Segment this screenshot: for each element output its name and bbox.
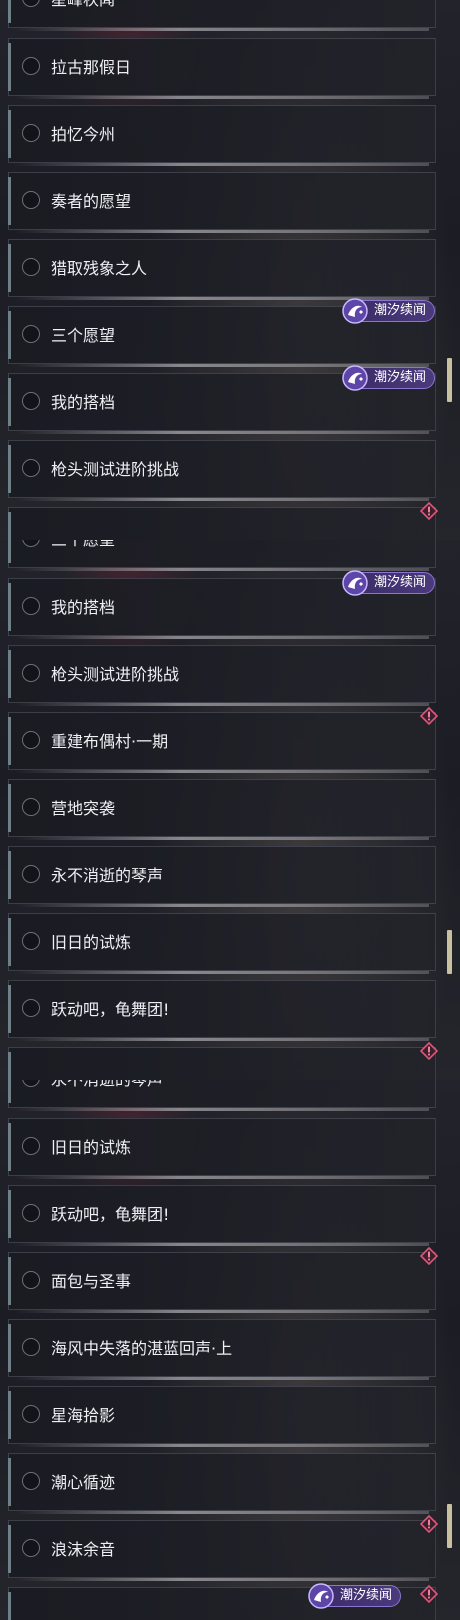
tide-badge-label: 潮汐续闻 bbox=[374, 370, 427, 385]
scrollbar-thumb[interactable] bbox=[447, 1504, 452, 1548]
quest-radio[interactable] bbox=[22, 57, 40, 75]
tide-badge-label: 潮汐续闻 bbox=[374, 303, 427, 318]
quest-radio[interactable] bbox=[22, 1472, 40, 1490]
quest-title: 三个愿望 bbox=[51, 326, 116, 345]
quest-title: 三个愿望 bbox=[51, 540, 115, 569]
quest-item[interactable]: 跃动吧，龟舞团! bbox=[8, 1185, 436, 1246]
quest-radio[interactable] bbox=[22, 392, 40, 410]
quest-radio[interactable] bbox=[22, 865, 40, 883]
quest-title: 我的搭档 bbox=[51, 598, 116, 617]
quest-item[interactable]: 旧日的试炼 bbox=[8, 1118, 436, 1179]
quest-radio[interactable] bbox=[22, 1539, 40, 1557]
warning-diamond-icon bbox=[420, 1585, 438, 1603]
tide-emblem-icon bbox=[342, 298, 368, 324]
quest-item[interactable]: 海风中失落的湛蓝回声·上 bbox=[8, 1319, 436, 1380]
warning-diamond-icon bbox=[420, 707, 438, 725]
quest-title: 跃动吧，龟舞团! bbox=[51, 1000, 170, 1019]
quest-radio[interactable] bbox=[22, 1405, 40, 1423]
quest-item[interactable]: 奏者的愿望 bbox=[8, 172, 436, 233]
quest-radio[interactable] bbox=[22, 124, 40, 142]
quest-title: 星峰秩闻 bbox=[51, 0, 115, 29]
tide-emblem-icon bbox=[308, 1583, 334, 1609]
quest-title: 枪头测试进阶挑战 bbox=[51, 665, 180, 684]
quest-item[interactable]: 拉古那假日 bbox=[8, 38, 436, 99]
tide-emblem-icon bbox=[342, 570, 368, 596]
quest-title: 枪头测试进阶挑战 bbox=[51, 460, 180, 479]
quest-title: 海风中失落的湛蓝回声·上 bbox=[51, 1339, 233, 1358]
warning-diamond-icon bbox=[420, 1247, 438, 1265]
quest-radio[interactable] bbox=[22, 999, 40, 1017]
quest-radio[interactable] bbox=[22, 798, 40, 816]
quest-radio[interactable] bbox=[22, 258, 40, 276]
quest-title: 拉古那假日 bbox=[51, 58, 132, 77]
quest-radio[interactable] bbox=[22, 664, 40, 682]
quest-item[interactable]: 拍忆今州 bbox=[8, 105, 436, 166]
tide-badge: 潮汐续闻 bbox=[342, 570, 436, 596]
tide-badge: 潮汐续闻 bbox=[342, 365, 436, 391]
quest-item[interactable] bbox=[8, 507, 436, 540]
warning-diamond-icon bbox=[420, 1042, 438, 1060]
quest-item[interactable]: 营地突袭 bbox=[8, 779, 436, 840]
quest-radio[interactable] bbox=[22, 932, 40, 950]
tide-badge: 潮汐续闻 bbox=[308, 1583, 402, 1609]
quest-item[interactable] bbox=[8, 1047, 436, 1080]
quest-item[interactable]: 三个愿望 bbox=[8, 540, 436, 571]
quest-list-panel-1: 星峰秩闻 拉古那假日 拍忆今州 奏者的愿望 猎取残象之人 三个愿望 我的搭档 枪… bbox=[0, 0, 460, 540]
quest-title: 拍忆今州 bbox=[51, 125, 116, 144]
quest-radio[interactable] bbox=[22, 1204, 40, 1222]
quest-title: 星海拾影 bbox=[51, 1406, 116, 1425]
quest-title: 浪沫余音 bbox=[51, 1540, 116, 1559]
scrollbar-thumb[interactable] bbox=[447, 358, 452, 402]
quest-radio[interactable] bbox=[22, 731, 40, 749]
quest-item[interactable]: 面包与圣事 bbox=[8, 1252, 436, 1313]
warning-diamond-icon bbox=[420, 1515, 438, 1533]
quest-radio[interactable] bbox=[22, 325, 40, 343]
quest-title: 永不消逝的琴声 bbox=[51, 866, 164, 885]
quest-radio[interactable] bbox=[22, 1137, 40, 1155]
quest-item[interactable]: 永不消逝的琴声 bbox=[8, 1080, 436, 1111]
tide-badge-label: 潮汐续闻 bbox=[374, 575, 427, 590]
quest-radio[interactable] bbox=[22, 0, 40, 7]
warning-diamond-icon bbox=[420, 502, 438, 520]
quest-radio[interactable] bbox=[22, 459, 40, 477]
quest-title: 潮心循迹 bbox=[51, 1473, 116, 1492]
quest-radio[interactable] bbox=[22, 1271, 40, 1289]
quest-title: 奏者的愿望 bbox=[51, 192, 132, 211]
quest-title: 营地突袭 bbox=[51, 799, 116, 818]
quest-title: 我的搭档 bbox=[51, 393, 116, 412]
quest-item[interactable]: 枪头测试进阶挑战 bbox=[8, 645, 436, 706]
tide-badge-label: 潮汐续闻 bbox=[340, 1588, 393, 1603]
quest-item[interactable]: 旧日的试炼 bbox=[8, 913, 436, 974]
quest-item[interactable]: 重建布偶村·一期 bbox=[8, 712, 436, 773]
quest-radio[interactable] bbox=[22, 1338, 40, 1356]
quest-title: 面包与圣事 bbox=[51, 1272, 132, 1291]
quest-title: 重建布偶村·一期 bbox=[51, 732, 169, 751]
quest-radio[interactable] bbox=[22, 1080, 40, 1087]
quest-item[interactable]: 跃动吧，龟舞团! bbox=[8, 980, 436, 1041]
quest-item[interactable]: 猎取残象之人 bbox=[8, 239, 436, 300]
tide-emblem-icon bbox=[342, 365, 368, 391]
quest-item[interactable]: 潮心循迹 bbox=[8, 1453, 436, 1514]
quest-title: 跃动吧，龟舞团! bbox=[51, 1205, 170, 1224]
quest-item[interactable]: 枪头测试进阶挑战 bbox=[8, 440, 436, 501]
quest-list-panel-2: 三个愿望 我的搭档 枪头测试进阶挑战 重建布偶村·一期 营地突袭 永不消逝的琴声… bbox=[0, 540, 460, 1080]
quest-title: 永不消逝的琴声 bbox=[51, 1080, 163, 1109]
quest-title: 旧日的试炼 bbox=[51, 933, 132, 952]
quest-item[interactable]: 星海拾影 bbox=[8, 1386, 436, 1447]
quest-radio[interactable] bbox=[22, 540, 40, 547]
quest-radio[interactable] bbox=[22, 191, 40, 209]
quest-item[interactable]: 永不消逝的琴声 bbox=[8, 846, 436, 907]
quest-radio[interactable] bbox=[22, 597, 40, 615]
quest-list-panel-3: 永不消逝的琴声 旧日的试炼 跃动吧，龟舞团! 面包与圣事 海风中失落的湛蓝回声·… bbox=[0, 1080, 460, 1620]
quest-item[interactable]: 星峰秩闻 bbox=[8, 0, 436, 31]
quest-title: 旧日的试炼 bbox=[51, 1138, 132, 1157]
tide-badge: 潮汐续闻 bbox=[342, 298, 436, 324]
quest-title: 猎取残象之人 bbox=[51, 259, 148, 278]
scrollbar-thumb[interactable] bbox=[447, 930, 452, 974]
quest-item[interactable]: 浪沫余音 bbox=[8, 1520, 436, 1581]
